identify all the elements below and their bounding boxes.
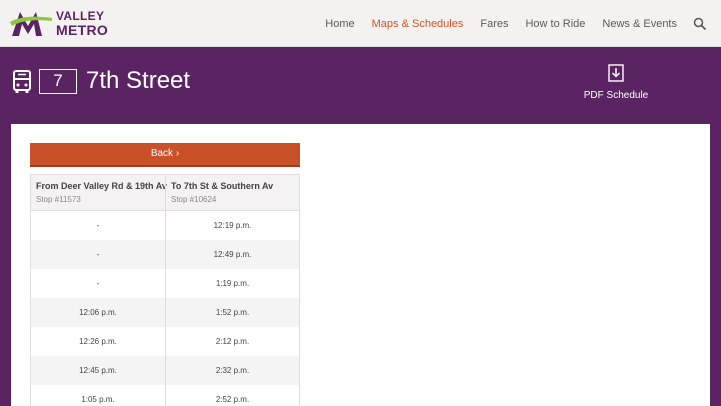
from-stop-name: From Deer Valley Rd & 19th Av [36,181,167,191]
table-row: - 12:19 p.m. [31,211,299,240]
route-number-badge: 7 [39,69,77,94]
from-time: - [96,250,100,259]
nav-news-events[interactable]: News & Events [602,18,677,30]
table-row: 12:26 p.m. 2:12 p.m. [31,327,299,356]
to-stop-name: To 7th St & Southern Av [171,181,274,191]
table-row: - 12:49 p.m. [31,240,299,269]
pdf-schedule-link[interactable]: PDF Schedule [576,64,656,103]
table-row: - 1:19 p.m. [31,269,299,298]
to-time: 12:49 p.m. [165,240,299,269]
logo-mark-icon [10,12,52,36]
nav-how-to-ride[interactable]: How to Ride [525,18,585,30]
nav-home[interactable]: Home [325,18,354,30]
valley-metro-logo[interactable]: VALLEY METRO [10,8,120,40]
table-row: 1:05 p.m. 2:52 p.m. [31,385,299,406]
from-time: - [96,221,100,230]
bus-icon [12,70,32,94]
schedule-panel: Back › From Deer Valley Rd & 19th Av Sto… [11,124,710,406]
table-row: 12:45 p.m. 2:32 p.m. [31,356,299,385]
from-stop-header: From Deer Valley Rd & 19th Av Stop #1157… [31,175,167,210]
schedule-table: From Deer Valley Rd & 19th Av Stop #1157… [30,174,300,406]
route-title-bar: 7 7th Street PDF Schedule [0,48,721,123]
to-time: 2:52 p.m. [165,385,299,406]
site-header: VALLEY METRO Home Maps & Schedules Fares… [0,0,721,47]
schedule-header: From Deer Valley Rd & 19th Av Stop #1157… [31,175,299,211]
from-time: 12:26 p.m. [79,337,117,346]
from-stop-id: Stop #11573 [36,195,81,204]
from-time: 12:45 p.m. [79,366,117,375]
to-time: 12:19 p.m. [165,211,299,240]
to-time: 1:52 p.m. [165,298,299,327]
from-time: 12:06 p.m. [79,308,117,317]
to-time: 1:19 p.m. [165,269,299,298]
pdf-schedule-label: PDF Schedule [583,90,649,101]
from-time: 1:05 p.m. [81,395,115,404]
from-time: - [96,279,100,288]
logo-text: VALLEY METRO [56,10,109,38]
main-nav: Home Maps & Schedules Fares How to Ride … [308,0,707,47]
to-stop-id: Stop #10624 [171,195,217,204]
schedule-rows: - 12:19 p.m. - 12:49 p.m. - 1:19 p.m. 12… [31,211,299,406]
table-row: 12:06 p.m. 1:52 p.m. [31,298,299,327]
back-button[interactable]: Back › [30,143,300,167]
route-title: 7th Street [86,67,191,94]
nav-fares[interactable]: Fares [480,18,508,30]
to-time: 2:32 p.m. [165,356,299,385]
logo-line2: METRO [56,22,109,38]
search-icon[interactable] [693,17,707,31]
to-time: 2:12 p.m. [165,327,299,356]
to-stop-header: To 7th St & Southern Av Stop #10624 [165,175,299,210]
nav-maps-schedules[interactable]: Maps & Schedules [372,18,464,30]
download-icon [607,64,625,82]
